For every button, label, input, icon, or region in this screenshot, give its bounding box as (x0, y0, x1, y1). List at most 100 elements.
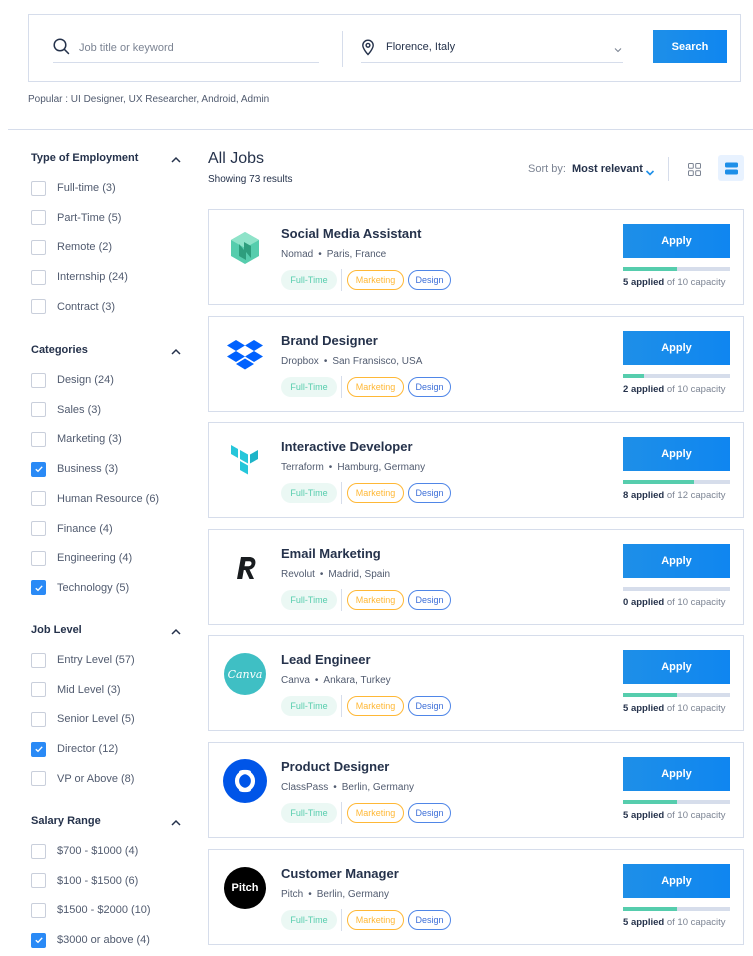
checkbox[interactable] (31, 771, 46, 787)
sort-select[interactable]: Most relevant (572, 163, 643, 175)
checkbox[interactable] (31, 550, 46, 566)
apply-button[interactable]: Apply (623, 224, 730, 258)
canva-logo-circle: Canva (224, 653, 266, 695)
grid-view-icon[interactable] (688, 163, 701, 181)
chevron-up-icon[interactable] (170, 625, 182, 643)
filter-option[interactable]: Finance (4) (31, 521, 113, 537)
chevron-down-icon[interactable] (645, 165, 655, 183)
filter-option[interactable]: Remote (2) (31, 239, 112, 255)
checkbox-checked[interactable] (31, 932, 46, 948)
filter-option[interactable]: $1500 - $2000 (10) (31, 902, 151, 918)
chevron-up-icon[interactable] (170, 153, 182, 171)
meta-separator: • (323, 356, 328, 367)
filter-option[interactable]: VP or Above (8) (31, 771, 134, 787)
checkbox[interactable] (31, 431, 46, 447)
search-button[interactable]: Search (653, 30, 727, 63)
checkbox[interactable] (31, 902, 46, 918)
checkbox[interactable] (31, 652, 46, 668)
capacity-progress-bar (623, 800, 730, 804)
checkbox[interactable] (31, 491, 46, 507)
filter-option[interactable]: Director (12) (31, 741, 118, 757)
checkbox-checked[interactable] (31, 580, 46, 596)
filter-group-title-job-level[interactable]: Job Level (31, 624, 82, 636)
checkbox[interactable] (31, 843, 46, 859)
checkbox[interactable] (31, 873, 46, 889)
apply-button[interactable]: Apply (623, 544, 730, 578)
chevron-up-icon[interactable] (170, 345, 182, 363)
meta-separator: • (328, 462, 333, 473)
checkbox-checked[interactable] (31, 461, 46, 477)
filter-option[interactable]: Engineering (4) (31, 550, 132, 566)
checkbox[interactable] (31, 521, 46, 536)
job-card[interactable]: Product Designer ClassPass • Berlin, German… (208, 742, 744, 838)
sort-label: Sort by: (528, 163, 566, 175)
tag-divider (341, 482, 342, 504)
filter-option[interactable]: Part-Time (5) (31, 210, 121, 226)
filter-option[interactable]: Marketing (3) (31, 431, 122, 447)
job-tags: Full-Time Marketing Design (281, 802, 451, 824)
filter-option[interactable]: $700 - $1000 (4) (31, 843, 138, 859)
job-card[interactable]: Brand Designer Dropbox • San Fransisco, USA… (208, 316, 744, 412)
filter-option[interactable]: $3000 or above (4) (31, 932, 150, 948)
capacity-progress-bar (623, 374, 730, 378)
apply-button[interactable]: Apply (623, 864, 730, 898)
filter-group-title-salary[interactable]: Salary Range (31, 815, 101, 827)
checkmark-icon (34, 746, 43, 753)
job-title[interactable]: Product Designer (281, 759, 389, 774)
list-view-button[interactable] (718, 155, 744, 181)
filter-option-label: Design (24) (57, 374, 114, 386)
filter-option[interactable]: Human Resource (6) (31, 491, 159, 507)
apply-button[interactable]: Apply (623, 437, 730, 471)
filter-option[interactable]: Contract (3) (31, 299, 115, 315)
job-title[interactable]: Brand Designer (281, 333, 378, 348)
checkbox[interactable] (31, 269, 46, 285)
capacity-count: 10 (677, 277, 688, 288)
filter-option[interactable]: Full-time (3) (31, 180, 116, 196)
job-card[interactable]: Email Marketing Revolut • Madrid, Spain Full… (208, 529, 744, 625)
chevron-up-icon[interactable] (170, 816, 182, 834)
checkbox[interactable] (31, 682, 46, 698)
checkbox[interactable] (31, 239, 46, 255)
filter-option[interactable]: Technology (5) (31, 580, 129, 596)
job-title[interactable]: Email Marketing (281, 546, 381, 561)
job-meta: Terraform • Hamburg, Germany (281, 462, 425, 473)
filter-option-label: Human Resource (6) (57, 492, 160, 505)
filter-group-title-employment[interactable]: Type of Employment (31, 152, 138, 164)
checkbox-checked[interactable] (31, 741, 46, 757)
location-select[interactable]: Florence, Italy (361, 35, 623, 63)
job-title[interactable]: Social Media Assistant (281, 226, 421, 241)
filter-option[interactable]: Mid Level (3) (31, 682, 121, 698)
apply-button[interactable]: Apply (623, 757, 730, 791)
apply-button[interactable]: Apply (623, 331, 730, 365)
job-title[interactable]: Customer Manager (281, 866, 399, 881)
filter-option[interactable]: Internship (24) (31, 269, 128, 285)
filter-group-title-categories[interactable]: Categories (31, 344, 88, 356)
chevron-down-icon (613, 42, 623, 60)
filter-option[interactable]: Entry Level (57) (31, 652, 135, 668)
checkbox[interactable] (31, 180, 46, 196)
job-meta: Revolut • Madrid, Spain (281, 569, 390, 580)
keyword-input[interactable] (79, 35, 319, 61)
checkbox[interactable] (31, 299, 46, 315)
job-card[interactable]: Interactive Developer Terraform • Hamburg, … (208, 422, 744, 518)
filter-option[interactable]: Design (24) (31, 372, 114, 388)
keyword-field[interactable] (53, 35, 319, 63)
filter-option[interactable]: Senior Level (5) (31, 711, 135, 727)
job-card[interactable]: Canva Lead Engineer Canva • Ankara, Turkey Fu… (208, 635, 744, 731)
applied-count: 5 applied (623, 277, 665, 288)
filter-option[interactable]: $100 - $1500 (6) (31, 873, 138, 889)
job-card[interactable]: Social Media Assistant Nomad • Paris, Franc… (208, 209, 744, 305)
filter-option[interactable]: Business (3) (31, 461, 118, 477)
checkbox[interactable] (31, 210, 46, 226)
checkbox[interactable] (31, 711, 46, 727)
job-title[interactable]: Lead Engineer (281, 652, 371, 667)
apply-button[interactable]: Apply (623, 650, 730, 684)
meta-separator: • (308, 889, 312, 900)
checkbox[interactable] (31, 402, 46, 418)
job-title[interactable]: Interactive Developer (281, 439, 413, 454)
job-card[interactable]: Pitch Customer Manager Pitch • Berlin, Germa… (208, 849, 744, 945)
tag-divider (341, 376, 342, 398)
filter-option[interactable]: Sales (3) (31, 402, 101, 418)
checkbox[interactable] (31, 372, 46, 388)
tag-marketing: Marketing (347, 803, 404, 823)
